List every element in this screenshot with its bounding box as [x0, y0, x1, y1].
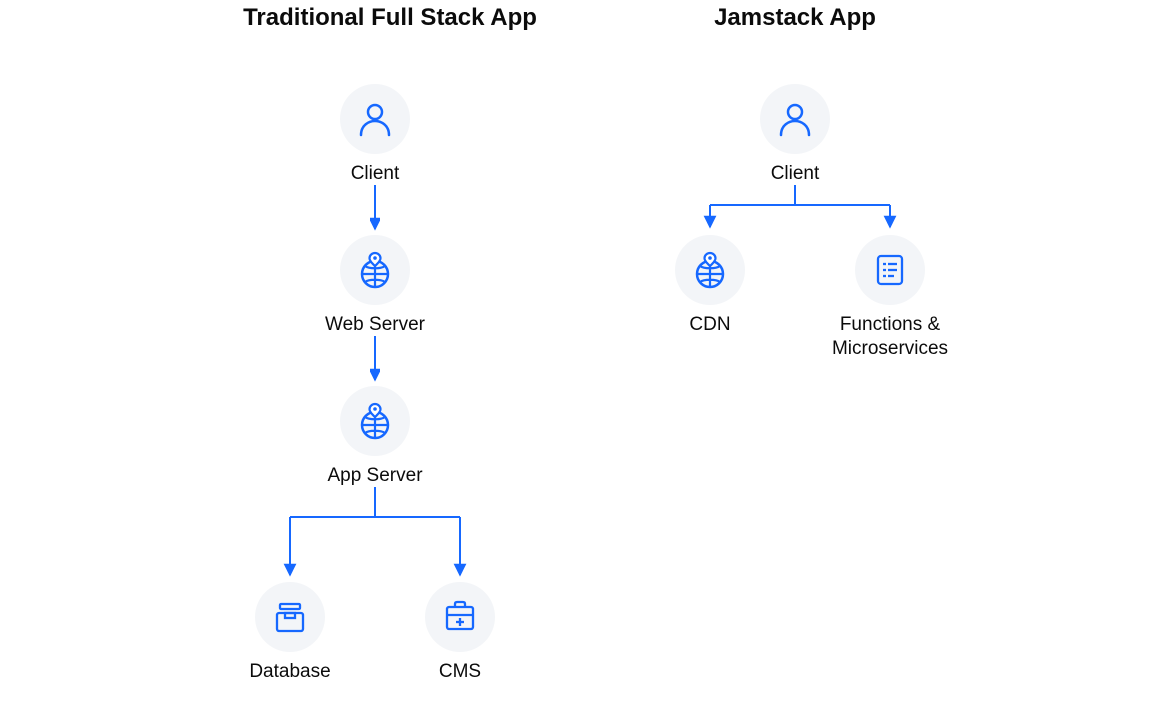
right-column-title: Jamstack App — [640, 4, 950, 32]
arrow-right-client-split — [690, 185, 910, 233]
right-client-node: Client — [730, 84, 860, 186]
left-appserver-node: App Server — [310, 386, 440, 488]
globe-icon — [675, 235, 745, 305]
briefcase-plus-icon — [425, 582, 495, 652]
globe-icon — [340, 235, 410, 305]
document-lines-icon — [855, 235, 925, 305]
person-icon — [760, 84, 830, 154]
right-functions-label: Functions & Microservices — [815, 313, 965, 361]
arrow-left-app-split — [270, 487, 480, 581]
left-database-node: Database — [225, 582, 355, 684]
right-cdn-node: CDN — [645, 235, 775, 337]
left-cms-label: CMS — [395, 660, 525, 684]
right-client-label: Client — [730, 162, 860, 186]
globe-icon — [340, 386, 410, 456]
left-column-title: Traditional Full Stack App — [220, 4, 560, 32]
left-webserver-node: Web Server — [310, 235, 440, 337]
left-client-label: Client — [310, 162, 440, 186]
left-appserver-label: App Server — [310, 464, 440, 488]
arrow-left-web-to-app — [370, 336, 380, 384]
left-webserver-label: Web Server — [310, 313, 440, 337]
person-icon — [340, 84, 410, 154]
right-functions-node: Functions & Microservices — [815, 235, 965, 361]
right-cdn-label: CDN — [645, 313, 775, 337]
archive-icon — [255, 582, 325, 652]
left-client-node: Client — [310, 84, 440, 186]
left-cms-node: CMS — [395, 582, 525, 684]
arrow-left-client-to-web — [370, 185, 380, 233]
left-database-label: Database — [225, 660, 355, 684]
